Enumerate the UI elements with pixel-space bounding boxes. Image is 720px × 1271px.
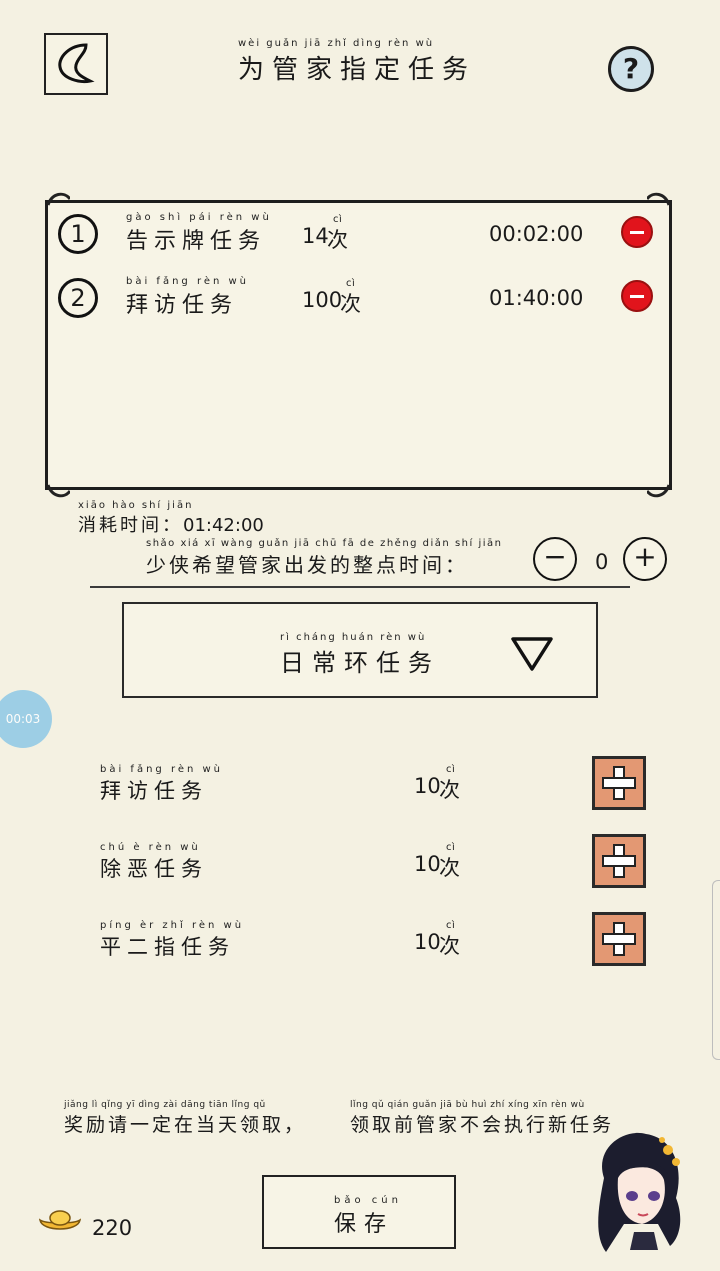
gold-ingot-icon	[38, 1208, 82, 1242]
back-button[interactable]	[44, 33, 108, 95]
task-duration: 00:02:00	[489, 222, 584, 246]
task-index-badge: 2	[58, 278, 98, 318]
task-name: gào shì pái rèn wù 告示牌任务	[126, 212, 272, 254]
add-task-button[interactable]	[592, 756, 646, 810]
available-task-row: chú è rèn wù 除恶任务 10 cì 次	[100, 834, 660, 894]
consume-time: xiāo hào shí jiān 消耗时间： 01:42:00	[78, 500, 264, 536]
page-title: wèi guǎn jiā zhǐ dìng rèn wù 为管家指定任务	[238, 38, 476, 86]
hour-increment-button[interactable]: +	[623, 537, 667, 581]
currency-amount: 220	[92, 1216, 133, 1240]
corner-ornament-icon	[46, 484, 70, 498]
dropdown-selected: 日常环任务	[280, 649, 440, 677]
hour-decrement-button[interactable]: −	[533, 537, 577, 581]
assigned-task-row: 2 bài fǎng rèn wù 拜访任务 100 cì 次 01:40:00	[58, 276, 658, 320]
save-button[interactable]: bǎo cún 保存	[262, 1175, 456, 1249]
title-pinyin: wèi guǎn jiā zhǐ dìng rèn wù	[238, 38, 435, 49]
task-name: bài fǎng rèn wù 拜访任务	[126, 276, 250, 318]
triangle-down-icon	[511, 637, 553, 671]
remove-task-button[interactable]	[621, 216, 653, 248]
plus-icon	[615, 935, 623, 943]
hour-value: 0	[595, 550, 609, 574]
task-type-dropdown[interactable]: rì cháng huán rèn wù 日常环任务	[122, 602, 598, 698]
task-name: bài fǎng rèn wù 拜访任务	[100, 764, 224, 803]
divider	[90, 586, 630, 588]
task-name: píng èr zhǐ rèn wù 平二指任务	[100, 920, 245, 959]
plus-icon	[615, 857, 623, 865]
help-button[interactable]: ?	[608, 46, 654, 92]
remove-task-button[interactable]	[621, 280, 653, 312]
available-task-row: píng èr zhǐ rèn wù 平二指任务 10 cì 次	[100, 912, 660, 972]
task-index-badge: 1	[58, 214, 98, 254]
add-task-button[interactable]	[592, 834, 646, 888]
plus-icon	[615, 779, 623, 787]
task-duration: 01:40:00	[489, 286, 584, 310]
task-name: chú è rèn wù 除恶任务	[100, 842, 208, 881]
add-task-button[interactable]	[592, 912, 646, 966]
consume-time-value: 01:42:00	[183, 515, 264, 536]
character-avatar	[584, 1128, 694, 1253]
edge-handle[interactable]	[712, 880, 720, 1060]
reward-notice-part2: lǐng qǔ qián guǎn jiā bù huì zhí xíng xī…	[350, 1100, 615, 1136]
reward-notice-part1: jiǎng lì qǐng yī dìng zài dāng tiān lǐng…	[64, 1100, 307, 1136]
back-icon	[58, 43, 95, 83]
corner-ornament-icon	[647, 484, 671, 498]
departure-hour-label: shǎo xiá xī wàng guǎn jiā chū fā de zhěn…	[146, 538, 503, 577]
available-task-row: bài fǎng rèn wù 拜访任务 10 cì 次	[100, 756, 660, 816]
title-text: 为管家指定任务	[238, 55, 477, 85]
timer-bubble[interactable]: 00:03	[0, 690, 52, 748]
assigned-task-row: 1 gào shì pái rèn wù 告示牌任务 14 cì 次 00:02…	[58, 212, 658, 256]
